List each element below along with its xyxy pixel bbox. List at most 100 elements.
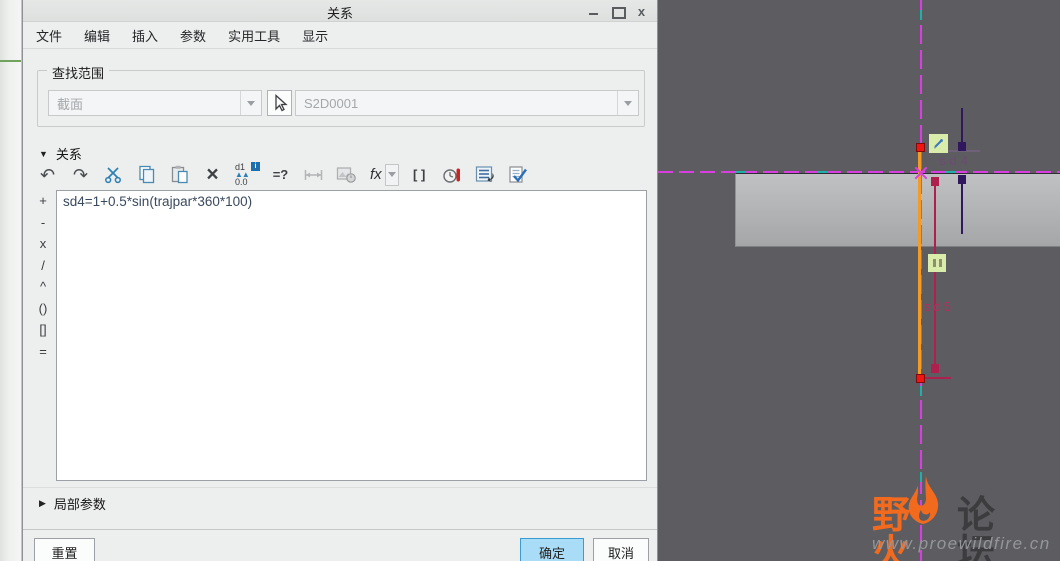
cad-viewport[interactable]: sd4 sd5 野火 论坛 www.proewildfire.cn [658, 0, 1060, 561]
undo-icon: ↶ [39, 164, 56, 185]
cut-button[interactable] [101, 162, 126, 187]
sd5-dim-line[interactable] [934, 186, 936, 364]
snap-mark [736, 171, 745, 173]
lookin-object-select[interactable]: S2D0001 [295, 90, 639, 116]
chevron-down-icon[interactable] [240, 91, 261, 115]
check-relations-button[interactable] [506, 162, 531, 187]
op-multiply-button[interactable]: x [31, 236, 55, 258]
checklist-icon [509, 165, 528, 183]
close-icon[interactable]: x [636, 5, 647, 18]
dialog-title: 关系 [326, 6, 353, 21]
sd4-dimension-label[interactable]: sd4 [939, 153, 972, 168]
toggle-dimension-display-button[interactable]: d1 i ▲▲ 0.0 [233, 162, 260, 187]
snap-mark [920, 10, 922, 20]
reset-button-label: 重置 [51, 546, 78, 561]
snap-mark [920, 386, 922, 396]
insert-parameter-button[interactable]: [ ] [407, 162, 432, 187]
chevron-down-icon[interactable] [617, 91, 638, 115]
info-badge-icon: i [251, 162, 260, 171]
delete-button[interactable]: × [200, 162, 225, 187]
reset-button[interactable]: 重置 [34, 538, 95, 561]
constraint-bar-icon [938, 259, 942, 267]
pencil-icon [934, 139, 943, 149]
op-parentheses-button[interactable]: () [31, 301, 55, 323]
ok-button[interactable]: 确定 [520, 538, 584, 561]
delete-x-icon: × [206, 162, 219, 186]
cancel-button-label: 取消 [607, 546, 634, 561]
paste-button[interactable] [167, 162, 192, 187]
lookin-type-value: 截面 [57, 96, 84, 112]
function-dropdown-button[interactable] [384, 163, 399, 186]
image-clock-icon [336, 167, 356, 183]
evaluate-button[interactable] [301, 162, 326, 187]
divider [23, 487, 657, 488]
undo-button[interactable]: ↶ [35, 162, 60, 187]
sketch-endpoint-top[interactable] [916, 143, 925, 152]
units-button[interactable] [440, 162, 465, 187]
dialog-titlebar[interactable]: 关系 x [23, 0, 657, 22]
lookin-object-value: S2D0001 [304, 95, 359, 111]
relations-dialog: 关系 x 文件 编辑 插入 参数 实用工具 显示 查找范围 截面 S2D0001… [22, 0, 658, 561]
sort-relations-button[interactable] [473, 162, 498, 187]
sorted-list-icon [475, 166, 494, 182]
relation-expression: sd4=1+0.5*sin(trajpar*360*100) [63, 194, 253, 209]
select-item-button[interactable] [267, 90, 292, 116]
lookin-group-label: 查找范围 [47, 63, 110, 82]
maximize-icon[interactable] [612, 6, 626, 19]
snap-mark [818, 171, 827, 173]
horizontal-centerline[interactable] [658, 171, 1060, 173]
redo-icon: ↷ [72, 164, 89, 185]
selected-sketch-line[interactable] [918, 147, 921, 378]
flame-icon [908, 476, 939, 524]
menubar: 文件 编辑 插入 参数 实用工具 显示 [23, 22, 657, 49]
relations-toolbar: ↶ ↷ × d1 i ▲▲ 0.0 =? fx [] [35, 161, 531, 188]
local-parameters-label: 局部参数 [53, 497, 106, 512]
insert-function-button[interactable]: fx [367, 163, 399, 186]
minimize-icon[interactable] [588, 6, 599, 17]
edit-constraint-badge[interactable] [929, 134, 948, 153]
sd4-arrow-up-icon [958, 175, 966, 184]
verify-relations-button[interactable]: =? [268, 162, 293, 187]
relations-editor[interactable]: sd4=1+0.5*sin(trajpar*360*100) [56, 190, 647, 481]
sd4-dim-line-lower[interactable] [961, 184, 963, 234]
op-brackets-button[interactable]: [] [31, 322, 55, 344]
solid-section-block[interactable] [735, 173, 1060, 247]
op-minus-button[interactable]: - [31, 215, 55, 237]
menu-insert[interactable]: 插入 [121, 22, 169, 49]
sketch-endpoint-bottom[interactable] [916, 374, 925, 383]
brackets-icon: [ ] [413, 167, 426, 182]
op-plus-button[interactable]: + [31, 193, 55, 215]
menu-parameters[interactable]: 参数 [169, 22, 217, 49]
main-window-edge [0, 0, 22, 561]
sd4-arrow-down-icon [958, 142, 966, 151]
copy-button[interactable] [134, 162, 159, 187]
verify-icon: =? [272, 167, 289, 182]
collapse-arrow-icon: ▼ [39, 148, 48, 159]
menu-show[interactable]: 显示 [291, 22, 339, 49]
sd4-dim-line-upper[interactable] [961, 108, 963, 144]
lookin-type-select[interactable]: 截面 [48, 90, 262, 116]
clock-thermometer-icon [443, 168, 461, 183]
op-equals-button[interactable]: = [31, 344, 55, 366]
op-power-button[interactable]: ^ [31, 279, 55, 301]
copy-icon [139, 165, 155, 184]
insert-from-file-button[interactable] [334, 162, 359, 187]
menu-edit[interactable]: 编辑 [73, 22, 121, 49]
menu-utilities[interactable]: 实用工具 [217, 22, 291, 49]
menu-file[interactable]: 文件 [25, 22, 73, 49]
scissors-icon [105, 167, 121, 184]
dim-value-text: 0.0 [235, 177, 248, 187]
window-controls: x [588, 0, 647, 22]
sd5-witness-line [921, 377, 951, 379]
coincident-constraint-badge[interactable] [928, 254, 946, 272]
sd5-dimension-label[interactable]: sd5 [924, 299, 954, 314]
ok-button-label: 确定 [538, 546, 565, 561]
main-window-accent-line [0, 60, 21, 62]
local-parameters-section-header[interactable]: ▶ 局部参数 [39, 494, 106, 513]
op-divide-button[interactable]: / [31, 258, 55, 280]
function-fx-icon: fx [370, 166, 382, 183]
constraint-bar-icon [932, 259, 936, 267]
cancel-button[interactable]: 取消 [593, 538, 649, 561]
redo-button[interactable]: ↷ [68, 162, 93, 187]
snap-mark [946, 171, 955, 173]
